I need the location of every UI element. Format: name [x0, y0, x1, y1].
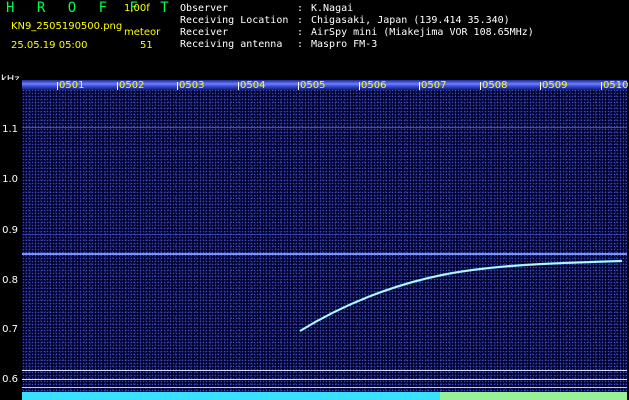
antenna-label: Receiving antenna: [180, 39, 283, 50]
meteor-trail: [299, 259, 623, 332]
time-tick: [57, 82, 58, 90]
observer-value: K.Nagai: [311, 3, 354, 14]
time-label: 0507: [421, 80, 447, 91]
time-tick: [238, 82, 239, 90]
filename-label: KN9_2505190500.png: [11, 21, 123, 32]
count-label: 51: [140, 40, 153, 51]
time-tick: [117, 82, 118, 90]
time-label: 0506: [361, 80, 387, 91]
time-tick: [298, 82, 299, 90]
time-tick: [419, 82, 420, 90]
time-label: 0509: [542, 80, 568, 91]
y-label: 0.6: [2, 374, 18, 385]
time-tick: [480, 82, 481, 90]
location-sep: :: [297, 15, 304, 26]
location-value: Chigasaki, Japan (139.414 35.340): [311, 15, 510, 26]
header-panel: H R O F F T 1.00f KN9_2505190500.png met…: [0, 0, 629, 80]
y-label: 0.8: [2, 275, 18, 286]
datetime-label: 25.05.19 05:00: [11, 40, 88, 51]
receiver-label: Receiver: [180, 27, 229, 38]
time-label: 0510: [603, 80, 629, 91]
location-label: Receiving Location: [180, 15, 289, 26]
version-label: 1.00f: [124, 3, 150, 14]
observer-label: Observer: [180, 3, 229, 14]
antenna-sep: :: [297, 39, 304, 50]
mode-label: meteor: [124, 27, 161, 38]
spectrogram: 0501 0502 0503 0504 0505 0506 0507 0508 …: [22, 80, 629, 400]
observer-sep: :: [297, 3, 304, 14]
receiver-value: AirSpy mini (Miakejima VOR 108.65MHz): [311, 27, 534, 38]
time-label: 0504: [240, 80, 266, 91]
time-label: 0508: [482, 80, 508, 91]
time-tick: [601, 82, 602, 90]
time-tick: [359, 82, 360, 90]
antenna-value: Maspro FM-3: [311, 39, 378, 50]
y-label: 1.0: [2, 174, 18, 185]
time-tick: [177, 82, 178, 90]
time-label: 0503: [179, 80, 205, 91]
y-label: 0.9: [2, 225, 18, 236]
receiver-sep: :: [297, 27, 304, 38]
time-tick: [540, 82, 541, 90]
y-label: 1.1: [2, 124, 18, 135]
app-logo: H R O F F T: [6, 0, 176, 16]
y-label: 0.7: [2, 324, 18, 335]
y-axis: 1.1 1.0 0.9 0.8 0.7 0.6: [0, 80, 22, 400]
bottom-band-highlight: [440, 392, 627, 400]
time-label: 0502: [119, 80, 145, 91]
time-label: 0501: [59, 80, 85, 91]
time-label: 0505: [300, 80, 326, 91]
